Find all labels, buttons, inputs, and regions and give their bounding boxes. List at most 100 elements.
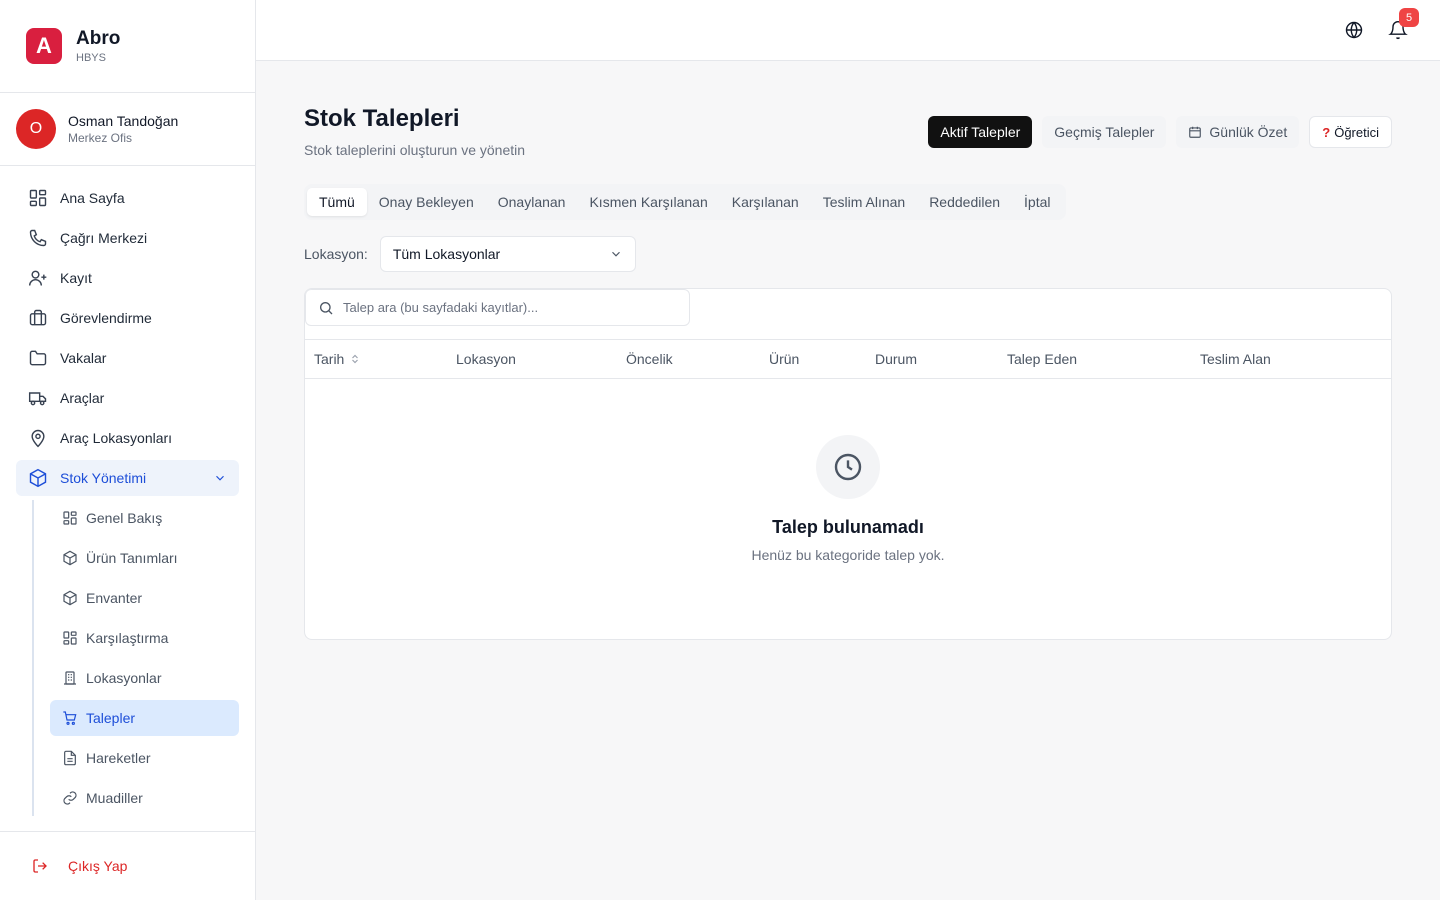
briefcase-icon — [29, 309, 47, 326]
search-input[interactable] — [343, 300, 663, 315]
status-tabs: Tümü Onay Bekleyen Onaylanan Kısmen Karş… — [304, 184, 1066, 220]
question-icon: ? — [1322, 124, 1331, 140]
sidebar-item-movements[interactable]: Hareketler — [50, 740, 239, 776]
sidebar-item-inventory[interactable]: Envanter — [50, 580, 239, 616]
sidebar-item-label: Vakalar — [60, 350, 107, 366]
user-role: Merkez Ofis — [68, 131, 133, 145]
sidebar-item-home[interactable]: Ana Sayfa — [16, 180, 239, 216]
tab-approved[interactable]: Onaylanan — [486, 188, 578, 216]
column-location: Lokasyon — [456, 351, 516, 367]
column-product: Ürün — [769, 351, 800, 367]
daily-summary-label: Günlük Özet — [1209, 124, 1288, 140]
stock-submenu: Genel Bakış Ürün Tanımları Envanter Karş… — [32, 500, 239, 816]
sidebar-item-equivalents[interactable]: Muadiller — [50, 780, 239, 816]
sidebar: A Abro HBYS O Osman Tandoğan Merkez Ofis… — [0, 0, 256, 900]
package-icon — [63, 550, 77, 566]
location-filter: Lokasyon: Tüm Lokasyonlar — [304, 236, 636, 272]
sidebar-item-comparison[interactable]: Karşılaştırma — [50, 620, 239, 656]
sidebar-item-label: Genel Bakış — [86, 510, 163, 526]
sidebar-item-cases[interactable]: Vakalar — [16, 340, 239, 376]
sidebar-item-requests[interactable]: Talepler — [50, 700, 239, 736]
location-select[interactable]: Tüm Lokasyonlar — [379, 236, 636, 272]
logout-label: Çıkış Yap — [68, 858, 128, 874]
column-date[interactable]: Tarih — [314, 340, 360, 378]
sidebar-item-call-center[interactable]: Çağrı Merkezi — [16, 220, 239, 256]
daily-summary-button[interactable]: Günlük Özet — [1176, 116, 1300, 148]
brand-text: Abro HBYS — [76, 28, 120, 64]
cart-icon — [63, 711, 77, 725]
clock-icon — [834, 453, 862, 481]
column-status: Durum — [875, 351, 918, 367]
chevron-down-icon — [216, 475, 224, 481]
search-icon — [320, 301, 333, 314]
sidebar-item-label: Envanter — [86, 590, 143, 606]
sidebar-item-label: Ürün Tanımları — [86, 550, 178, 566]
user-text: Osman Tandoğan Merkez Ofis — [68, 113, 178, 145]
tutorial-button[interactable]: ? Öğretici — [1309, 116, 1392, 148]
header-actions: Aktif Talepler Geçmiş Talepler Günlük Öz… — [928, 116, 1392, 148]
sidebar-item-registration[interactable]: Kayıt — [16, 260, 239, 296]
column-receiver: Teslim Alan — [1200, 351, 1271, 367]
page-subtitle: Stok taleplerini oluşturun ve yönetin — [304, 142, 526, 158]
table-header: Tarih Lokasyon Öncelik Ürün Durum Talep … — [305, 339, 1391, 379]
tab-rejected[interactable]: Reddedilen — [917, 188, 1012, 216]
search-box[interactable] — [305, 289, 690, 326]
requests-table-card: Tarih Lokasyon Öncelik Ürün Durum Talep … — [304, 288, 1392, 640]
user-profile[interactable]: O Osman Tandoğan Merkez Ofis — [0, 93, 255, 166]
tab-all[interactable]: Tümü — [307, 188, 367, 216]
tab-pending-approval[interactable]: Onay Bekleyen — [367, 188, 486, 216]
location-label: Lokasyon: — [304, 246, 368, 262]
file-icon — [64, 750, 76, 766]
logout-button[interactable]: Çıkış Yap — [0, 831, 255, 900]
empty-state-title: Talep bulunamadı — [772, 517, 924, 537]
main-nav: Ana Sayfa Çağrı Merkezi Kayıt Görevlendi… — [0, 166, 255, 816]
folder-icon — [29, 350, 47, 366]
avatar: O — [16, 109, 56, 149]
sidebar-item-overview[interactable]: Genel Bakış — [50, 500, 239, 536]
active-requests-button[interactable]: Aktif Talepler — [928, 116, 1033, 148]
sidebar-item-product-definitions[interactable]: Ürün Tanımları — [50, 540, 239, 576]
calendar-icon — [1189, 126, 1202, 138]
sidebar-item-label: Araçlar — [60, 390, 105, 406]
past-requests-button[interactable]: Geçmiş Talepler — [1042, 116, 1167, 148]
sidebar-item-label: Muadiller — [86, 790, 143, 806]
globe-icon[interactable] — [1344, 20, 1364, 40]
map-pin-icon — [31, 429, 45, 448]
sidebar-item-stock-management[interactable]: Stok Yönetimi — [16, 460, 239, 496]
location-select-value: Tüm Lokasyonlar — [392, 246, 501, 262]
empty-state-icon — [816, 435, 880, 499]
building-icon — [64, 671, 76, 685]
sidebar-item-label: Karşılaştırma — [86, 630, 169, 646]
sort-icon — [352, 354, 359, 364]
brand-subtitle: HBYS — [76, 52, 106, 64]
tab-received[interactable]: Teslim Alınan — [811, 188, 917, 216]
empty-state: Talep bulunamadı Henüz bu kategoride tal… — [305, 435, 1391, 563]
sidebar-item-locations[interactable]: Lokasyonlar — [50, 660, 239, 696]
sidebar-item-label: Çağrı Merkezi — [60, 230, 148, 246]
column-requester: Talep Eden — [1007, 351, 1078, 367]
brand[interactable]: A Abro HBYS — [0, 0, 255, 93]
sidebar-item-vehicle-locations[interactable]: Araç Lokasyonları — [16, 420, 239, 456]
sidebar-item-vehicles[interactable]: Araçlar — [16, 380, 239, 416]
tab-cancelled[interactable]: İptal — [1012, 188, 1062, 216]
sidebar-item-label: Kayıt — [60, 270, 92, 286]
sidebar-item-assignment[interactable]: Görevlendirme — [16, 300, 239, 336]
package-icon — [29, 468, 47, 488]
truck-icon — [28, 392, 47, 406]
empty-state-subtitle: Henüz bu kategoride talep yok. — [751, 547, 945, 563]
brand-name: Abro — [76, 28, 121, 49]
tab-partially-fulfilled[interactable]: Kısmen Karşılanan — [577, 188, 719, 216]
sidebar-item-label: Hareketler — [86, 750, 151, 766]
sidebar-item-label: Görevlendirme — [60, 310, 152, 326]
package-icon — [63, 590, 77, 606]
sidebar-item-label: Talepler — [86, 710, 136, 726]
user-name: Osman Tandoğan — [68, 113, 179, 129]
column-label: Tarih — [314, 351, 345, 367]
logout-icon — [33, 859, 47, 873]
notification-badge: 5 — [1399, 8, 1419, 27]
tab-fulfilled[interactable]: Karşılanan — [720, 188, 811, 216]
topbar: 5 — [256, 0, 1440, 61]
phone-icon — [29, 229, 47, 247]
tutorial-label: Öğretici — [1334, 124, 1379, 140]
sidebar-item-label: Araç Lokasyonları — [60, 430, 173, 446]
